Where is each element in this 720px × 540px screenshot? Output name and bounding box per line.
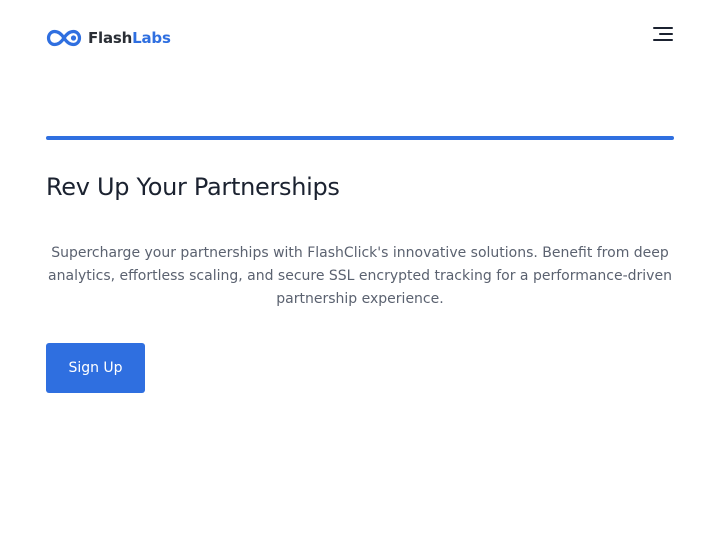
infinity-logo-icon (46, 29, 82, 47)
sign-up-button[interactable]: Sign Up (46, 343, 145, 393)
brand-logo-link[interactable]: FlashLabs (46, 27, 171, 49)
accent-divider (46, 136, 674, 140)
page-title: Rev Up Your Partnerships (46, 173, 340, 201)
brand-name-part2: Labs (132, 29, 171, 47)
page: FlashLabs Rev Up Your Partnerships Super… (0, 0, 720, 540)
hamburger-menu-icon (653, 27, 673, 41)
menu-toggle-button[interactable] (652, 24, 674, 44)
site-header: FlashLabs (46, 26, 674, 50)
brand-name-part1: Flash (88, 29, 133, 47)
hero-description: Supercharge your partnerships with Flash… (48, 245, 672, 307)
brand-name: FlashLabs (88, 27, 171, 49)
